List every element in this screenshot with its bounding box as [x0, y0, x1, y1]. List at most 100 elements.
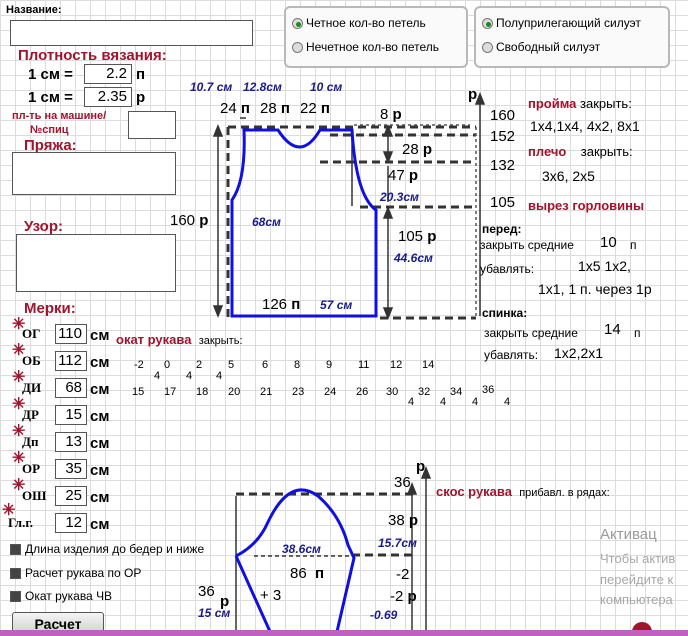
cap-value: 14: [422, 359, 435, 371]
cap-value: 20: [228, 386, 241, 398]
cap-value: 18: [196, 386, 209, 398]
row-num-105: 105: [490, 194, 516, 211]
dim-cm-shoulder: 10.7 см: [190, 80, 232, 94]
dim-unit: р: [407, 588, 417, 605]
cap-sub-value: 4: [504, 396, 511, 408]
dim-cm-neck: 10 см: [310, 80, 342, 94]
dim-value: 15.7: [378, 536, 402, 550]
rows-marker: р: [468, 86, 478, 103]
activation-watermark-title: Активац: [600, 526, 657, 543]
neck-label: вырез горловины: [528, 198, 645, 213]
dim-value: 12.8: [243, 80, 267, 94]
front-dec-label: убавлять:: [480, 262, 535, 276]
cap-sub-value: 4: [472, 396, 479, 408]
dim-value: 68: [252, 215, 266, 229]
row-num-132: 132: [490, 157, 516, 174]
dim-r-47: 47 р: [388, 167, 418, 184]
dim-unit: п: [280, 100, 290, 117]
dim-unit: см: [417, 251, 433, 265]
cap-value: 36: [482, 384, 495, 396]
dim-unit: см: [216, 80, 233, 94]
sleeve-minus2-b: -2 р: [390, 588, 417, 605]
cap-sub-value: 4: [154, 370, 161, 382]
front-close-value: 10: [600, 234, 617, 251]
dim-p-24: 24 п: [220, 100, 250, 117]
back-close-unit: п: [634, 326, 641, 340]
dim-value: 44.6: [394, 251, 418, 265]
cap-value: 23: [292, 386, 305, 398]
front-dec-1: 1х5 1х2,: [578, 258, 631, 274]
armhole-instruction: пройма закрыть:: [528, 96, 632, 111]
cap-value: 15: [132, 386, 145, 398]
front-close-label: закрыть средние: [480, 238, 574, 252]
dim-value: 57: [320, 298, 334, 312]
cap-label: окат рукава: [116, 332, 192, 347]
activation-watermark-line: перейдите к: [600, 572, 674, 587]
dim-unit: см: [265, 215, 281, 229]
dim-value: 126: [262, 296, 288, 313]
dim-unit: р: [427, 228, 437, 245]
back-dec-values: 1х2,2х1: [554, 345, 604, 361]
dim-r-105: 105 р: [398, 228, 436, 245]
dim-value: 20.3: [380, 190, 404, 204]
dim-value: 86: [290, 565, 307, 582]
dim-value: 8: [380, 106, 389, 123]
dim-unit: п: [240, 100, 250, 117]
close-label: закрыть:: [580, 96, 632, 111]
row-num-160: 160: [490, 107, 516, 124]
dim-unit: р: [408, 512, 419, 529]
dim-cm-neck-side: 12.8см: [243, 80, 282, 94]
cap-sub-value: 4: [216, 370, 223, 382]
cap-value: 12: [390, 359, 403, 371]
front-dec-2: 1х1, 1 п. через 1р: [538, 281, 652, 297]
cap-value: 5: [228, 359, 235, 371]
dim-value: 160: [170, 212, 196, 229]
sleeve-p-86: 86 п: [290, 565, 324, 582]
front-close-unit: п: [630, 238, 637, 252]
dim-unit: п: [320, 100, 330, 117]
cap-value: 0: [164, 359, 171, 371]
sleeve-cap-title: окат рукава закрыть:: [116, 332, 243, 347]
dim-value: 38.6: [282, 542, 306, 556]
cap-value: 9: [326, 359, 333, 371]
cap-value: 26: [356, 386, 369, 398]
dim-unit: р: [199, 212, 209, 229]
dim-unit: см: [305, 542, 321, 556]
dim-value: -0.69: [370, 608, 398, 622]
sleeve-rows-marker: р: [416, 458, 426, 475]
sleeve-minus2-a: -2: [396, 566, 410, 583]
sleeve-cm-15-7: 15.7см: [378, 536, 417, 550]
cap-value: 6: [262, 359, 269, 371]
cap-sub-value: 4: [440, 396, 447, 408]
shoulder-values: 3х6, 2х5: [542, 168, 595, 184]
cap-value: 21: [260, 386, 273, 398]
back-close-label: закрыть средние: [484, 326, 578, 340]
dim-cm-width: 57 см: [320, 298, 352, 312]
dim-value: 105: [398, 228, 424, 245]
armhole-values: 1х4,1х4, 4х2, 8х1: [530, 118, 640, 134]
dim-value: 28: [402, 141, 419, 158]
dim-p-126: 126 п: [262, 296, 300, 313]
dim-value: 10: [310, 80, 324, 94]
dim-unit: см: [403, 190, 419, 204]
activation-watermark-line: компьютера: [600, 592, 673, 607]
dim-unit: р: [392, 106, 402, 123]
dim-unit: см: [401, 536, 417, 550]
front-label: перед:: [482, 222, 522, 236]
cap-value: 11: [358, 359, 370, 371]
dim-value: 47: [388, 167, 405, 184]
close-label: закрыть:: [580, 144, 633, 159]
sleeve-cm-15: 15 см: [198, 606, 230, 620]
dim-value: 22: [300, 100, 317, 117]
activation-watermark-line: Чтобы актив: [600, 551, 676, 566]
dim-unit: см: [266, 80, 282, 94]
cap-value: 30: [386, 386, 399, 398]
cap-value: 2: [196, 359, 203, 371]
cap-value: 34: [450, 386, 463, 398]
close-label: закрыть:: [198, 335, 243, 347]
dim-unit: р: [408, 167, 419, 184]
cap-value: 24: [324, 386, 337, 398]
sleeve-r-38: 38 р: [388, 512, 418, 529]
dim-cm-length: 68см: [252, 215, 281, 229]
back-close-value: 14: [604, 321, 621, 338]
